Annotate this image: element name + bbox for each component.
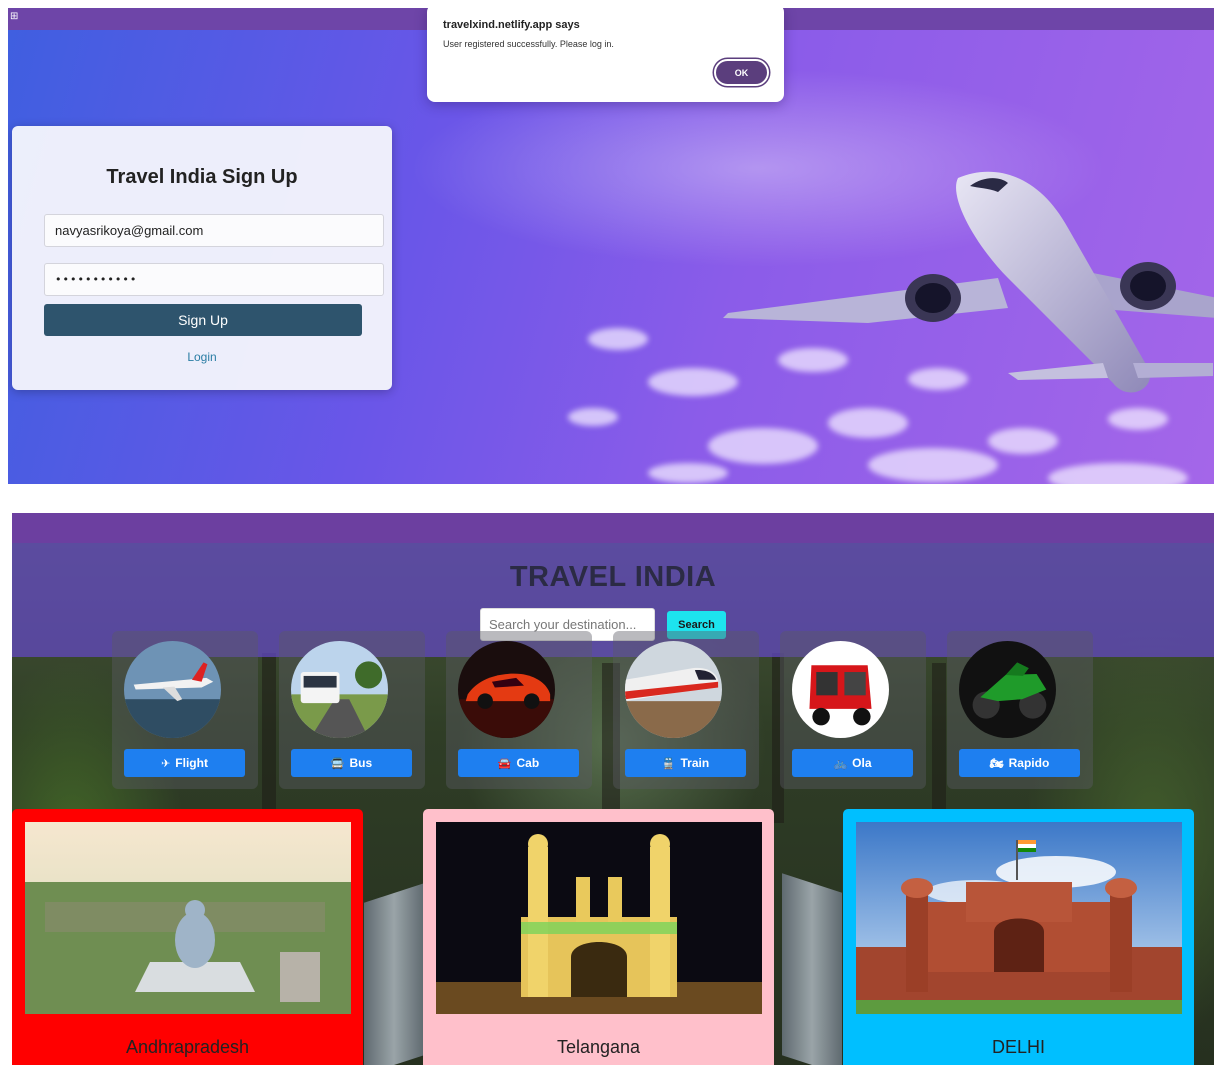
train-icon: 🚆 bbox=[661, 756, 676, 770]
train-image bbox=[625, 641, 722, 738]
alert-dialog: travelxind.netlify.app says User registe… bbox=[427, 8, 784, 102]
plane-icon: ✈ bbox=[161, 756, 171, 770]
ola-label: Ola bbox=[852, 756, 872, 770]
signup-card: Travel India Sign Up Sign Up Login bbox=[12, 126, 392, 390]
transport-card-cab: 🚘 Cab bbox=[446, 631, 592, 789]
transport-card-train: 🚆 Train bbox=[613, 631, 759, 789]
telangana-image bbox=[436, 822, 762, 1014]
flight-button[interactable]: ✈ Flight bbox=[124, 749, 245, 777]
password-input[interactable] bbox=[44, 263, 384, 296]
sign-up-button[interactable]: Sign Up bbox=[44, 304, 362, 336]
cloud bbox=[568, 408, 618, 426]
andhrapradesh-image bbox=[25, 822, 351, 1014]
transport-card-rapido: 🏍 Rapido bbox=[947, 631, 1093, 789]
bus-icon: 🚍 bbox=[330, 756, 345, 770]
bus-label: Bus bbox=[349, 756, 373, 770]
cloud bbox=[988, 428, 1058, 454]
apps-grid-icon[interactable]: ⊞ bbox=[10, 12, 20, 22]
rapido-label: Rapido bbox=[1008, 756, 1050, 770]
motorcycle-icon: 🏍 bbox=[989, 756, 1004, 770]
delhi-image bbox=[856, 822, 1182, 1014]
cab-label: Cab bbox=[516, 756, 540, 770]
email-input[interactable] bbox=[44, 214, 384, 247]
transport-card-bus: 🚍 Bus bbox=[279, 631, 425, 789]
state-card-telangana[interactable]: Telangana bbox=[423, 809, 774, 1065]
bus-image bbox=[291, 641, 388, 738]
tree-trunk bbox=[932, 663, 946, 823]
car-icon: 🚘 bbox=[497, 756, 512, 770]
alert-ok-button[interactable]: OK bbox=[714, 59, 769, 86]
airplane-illustration bbox=[723, 171, 1214, 393]
state-name: Telangana bbox=[556, 1037, 641, 1057]
cab-button[interactable]: 🚘 Cab bbox=[458, 749, 579, 777]
alert-message: User registered successfully. Please log… bbox=[443, 39, 614, 49]
browser-toolbar bbox=[12, 513, 1214, 543]
rapido-button[interactable]: 🏍 Rapido bbox=[959, 749, 1080, 777]
bus-button[interactable]: 🚍 Bus bbox=[291, 749, 412, 777]
state-card-delhi[interactable]: DELHI bbox=[843, 809, 1194, 1065]
ola-image bbox=[792, 641, 889, 738]
alert-origin: travelxind.netlify.app says bbox=[443, 19, 580, 31]
cloud bbox=[708, 428, 818, 464]
bridge-rail bbox=[364, 883, 424, 1065]
login-link[interactable]: Login bbox=[12, 350, 392, 364]
site-title: TRAVEL INDIA bbox=[509, 561, 717, 593]
cloud bbox=[588, 328, 648, 350]
ola-button[interactable]: 🚲 Ola bbox=[792, 749, 913, 777]
state-name: Andhrapradesh bbox=[125, 1037, 250, 1057]
flight-label: Flight bbox=[175, 756, 208, 770]
cloud bbox=[648, 463, 728, 483]
cloud bbox=[1108, 408, 1168, 430]
bridge-rail bbox=[782, 873, 842, 1065]
tree-trunk bbox=[262, 653, 276, 833]
cloud bbox=[828, 408, 908, 438]
home-screenshot: TRAVEL INDIA Search ✈Flight 🚍Bus 🚘Cab 🚆T… bbox=[12, 513, 1214, 1065]
train-button[interactable]: 🚆 Train bbox=[625, 749, 746, 777]
state-name: DELHI bbox=[991, 1037, 1045, 1057]
cloud bbox=[1048, 463, 1188, 484]
signup-title: Travel India Sign Up bbox=[106, 166, 298, 188]
train-label: Train bbox=[680, 756, 710, 770]
transport-card-ola: 🚲 Ola bbox=[780, 631, 926, 789]
transport-card-flight: ✈ Flight bbox=[112, 631, 258, 789]
signup-screenshot: ⊞ Travel India Sign Up navyasrikoya@gmai… bbox=[8, 8, 1214, 484]
cab-image bbox=[458, 641, 555, 738]
rapido-image bbox=[959, 641, 1056, 738]
flight-image bbox=[124, 641, 221, 738]
bicycle-icon: 🚲 bbox=[833, 756, 848, 770]
state-card-andhrapradesh[interactable]: Andhrapradesh bbox=[12, 809, 363, 1065]
cloud bbox=[868, 448, 998, 482]
